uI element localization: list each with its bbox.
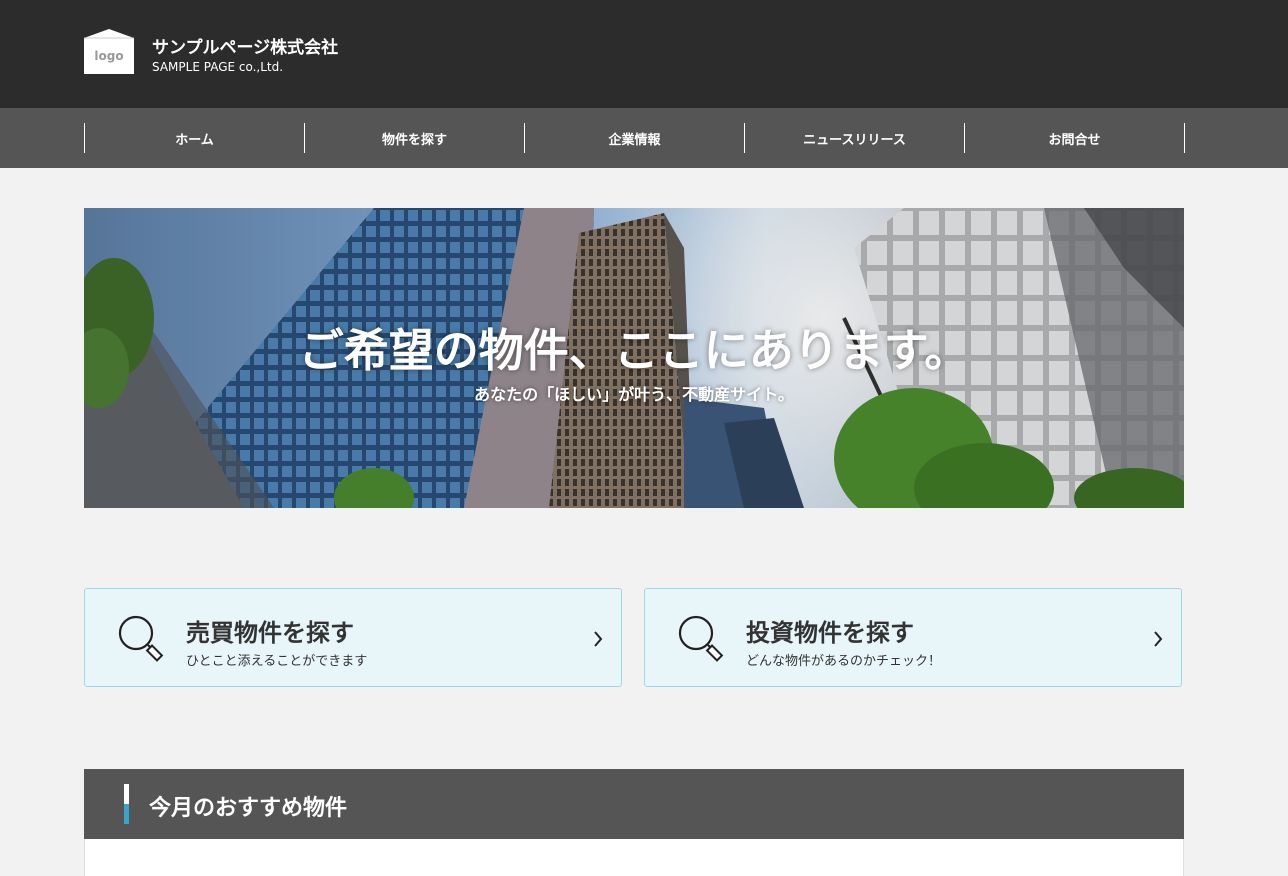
card-description: どんな物件があるのかチェック！ [746,654,942,669]
site-header: logo サンプルページ株式会社 SAMPLE PAGE co.,Ltd. [0,0,1288,108]
recommended-section-header: 今月のおすすめ物件 [84,769,1184,839]
logo-image: logo [84,29,134,74]
nav-item-search-property[interactable]: 物件を探す [305,123,525,153]
card-title: 投資物件を探す [746,619,914,647]
section-title: 今月のおすすめ物件 [149,796,348,821]
card-title: 売買物件を探す [186,619,354,647]
nav-item-company[interactable]: 企業情報 [525,123,745,153]
nav-item-news[interactable]: ニュースリリース [745,123,965,153]
nav-list: ホーム 物件を探す 企業情報 ニュースリリース お問合せ [84,123,1185,153]
nav-item-home[interactable]: ホーム [85,123,305,153]
site-logo[interactable]: logo [84,29,134,74]
logo-text: logo [94,49,123,63]
search-icon [118,615,164,662]
company-name: サンプルページ株式会社 [152,38,339,58]
hero-title: ご希望の物件、ここにあります。 [298,324,970,377]
search-investment-property-card[interactable]: 投資物件を探す どんな物件があるのかチェック！ [644,588,1182,687]
global-nav: ホーム 物件を探す 企業情報 ニュースリリース お問合せ [0,108,1288,168]
hero-subtitle: あなたの「ほしい」が叶う、不動産サイト。 [474,385,794,404]
nav-item-contact[interactable]: お問合せ [965,123,1185,153]
search-sale-property-card[interactable]: 売買物件を探す ひとこと添えることができます [84,588,622,687]
company-sub-name: SAMPLE PAGE co.,Ltd. [152,60,284,74]
chevron-right-icon [1154,631,1163,647]
card-description: ひとこと添えることができます [186,654,368,669]
hero-banner: ご希望の物件、ここにあります。 あなたの「ほしい」が叶う、不動産サイト。 [84,208,1184,508]
recommended-section-body [84,839,1184,876]
search-icon [678,615,724,662]
section-accent-bar [124,784,129,824]
chevron-right-icon [594,631,603,647]
